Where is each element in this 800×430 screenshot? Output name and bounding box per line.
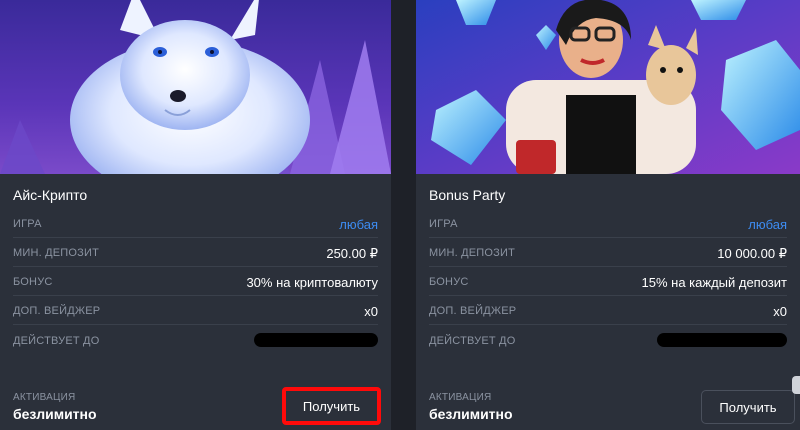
row-bonus: БОНУС 15% на каждый депозит [429, 267, 787, 296]
bonus-card-bonus-party: Bonus Party ИГРА любая МИН. ДЕПОЗИТ 10 0… [416, 0, 800, 430]
get-bonus-button[interactable]: Получить [701, 390, 795, 424]
row-label: ДЕЙСТВУЕТ ДО [13, 335, 100, 347]
row-value: x0 [773, 304, 787, 319]
redacted-date [254, 333, 378, 347]
game-link[interactable]: любая [339, 217, 378, 232]
bonus-title: Bonus Party [429, 187, 506, 203]
row-value: 250.00 ₽ [326, 246, 378, 261]
bonus-banner-image [0, 0, 391, 174]
row-wager: ДОП. ВЕЙДЖЕР x0 [429, 296, 787, 325]
row-valid-until: ДЕЙСТВУЕТ ДО [429, 326, 787, 355]
carousel-scroll-handle[interactable] [792, 376, 800, 394]
row-label: МИН. ДЕПОЗИТ [13, 247, 100, 259]
row-value: 30% на криптовалюту [246, 275, 378, 290]
activation-label: АКТИВАЦИЯ [13, 392, 76, 403]
row-value: 15% на каждый депозит [641, 275, 787, 290]
row-label: ДОП. ВЕЙДЖЕР [13, 305, 101, 317]
get-bonus-button[interactable]: Получить [282, 387, 381, 425]
redacted-date [657, 333, 787, 347]
bonus-card-ice-crypto: Айс-Крипто ИГРА любая МИН. ДЕПОЗИТ 250.0… [0, 0, 391, 430]
game-link[interactable]: любая [748, 217, 787, 232]
row-min-deposit: МИН. ДЕПОЗИТ 250.00 ₽ [13, 238, 378, 267]
row-bonus: БОНУС 30% на криптовалюту [13, 267, 378, 296]
row-label: МИН. ДЕПОЗИТ [429, 247, 516, 259]
row-label: ДОП. ВЕЙДЖЕР [429, 305, 517, 317]
bonus-banner-image [416, 0, 800, 174]
diamond-lady-illustration [416, 0, 800, 174]
row-label: ДЕЙСТВУЕТ ДО [429, 335, 516, 347]
bonus-title: Айс-Крипто [13, 187, 88, 203]
card-gap [391, 0, 416, 430]
row-game: ИГРА любая [13, 209, 378, 238]
activation-label: АКТИВАЦИЯ [429, 392, 492, 403]
row-value: 10 000.00 ₽ [717, 246, 787, 261]
row-valid-until: ДЕЙСТВУЕТ ДО [13, 326, 378, 355]
row-label: ИГРА [13, 218, 42, 230]
arctic-fox-illustration [0, 0, 391, 174]
row-label: ИГРА [429, 218, 458, 230]
row-game: ИГРА любая [429, 209, 787, 238]
row-wager: ДОП. ВЕЙДЖЕР x0 [13, 296, 378, 325]
row-value: x0 [364, 304, 378, 319]
row-label: БОНУС [13, 276, 53, 288]
activation-value: безлимитно [13, 406, 97, 422]
row-label: БОНУС [429, 276, 469, 288]
row-min-deposit: МИН. ДЕПОЗИТ 10 000.00 ₽ [429, 238, 787, 267]
activation-value: безлимитно [429, 406, 513, 422]
